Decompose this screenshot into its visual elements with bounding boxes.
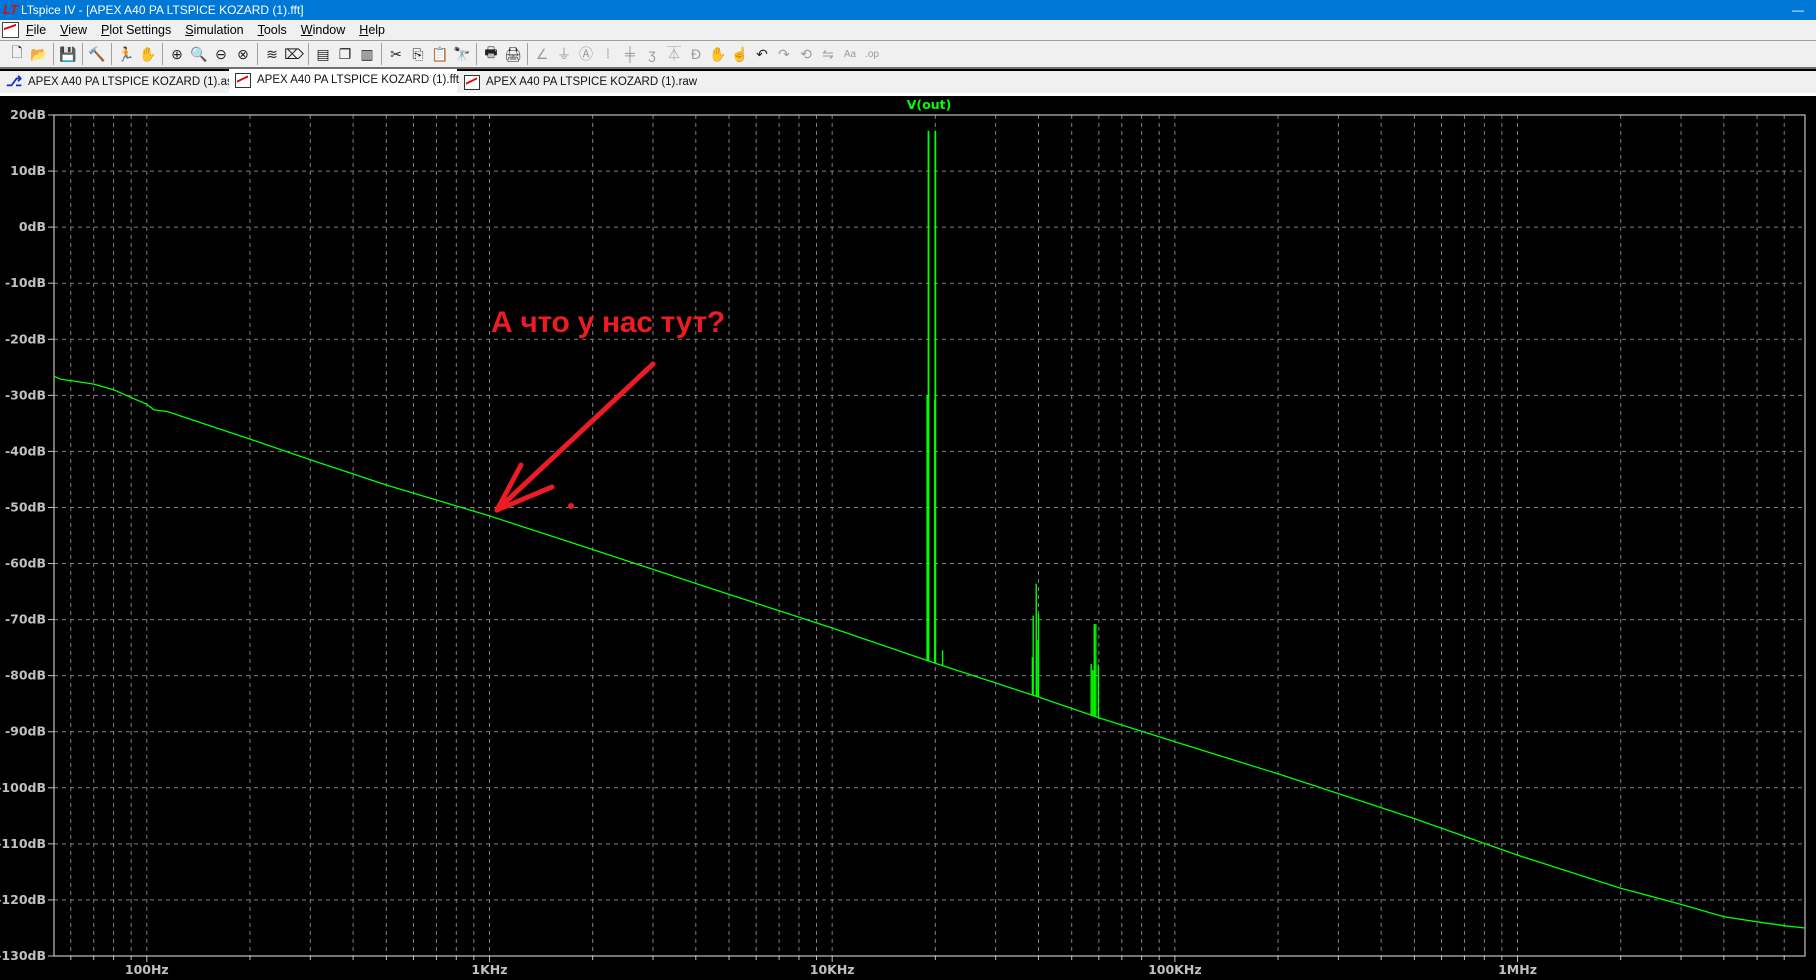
x-tick-label: 100KHz [1148, 962, 1202, 977]
y-tick-label: -100dB [0, 780, 46, 795]
toolbar: 🗋 📂 💾 🔨 🏃 ✋ ⊕ 🔍 ⊖ ⊗ ≋ ⌦ ▤ ❐ ▥ ✂ ⎘ 📋 🔭 🖶 🖨 ∠ ⏚ Ⓐ ⦚ ╪ ʒ ⏄ Ð ✋ ☝ ↶ ↷ ⟲ ⇋ Aa .op [0, 41, 1816, 69]
tab-raw[interactable]: APEX A40 PA LTSPICE KOZARD (1).raw [458, 71, 697, 93]
waveform-window-icon[interactable] [2, 22, 19, 38]
schematic-icon: ⎇ [6, 73, 23, 89]
text-icon[interactable]: Aa [839, 43, 861, 65]
minimize-button[interactable]: — [1788, 0, 1808, 20]
toolbar-separator [308, 43, 309, 65]
y-tick-label: -40dB [5, 443, 46, 458]
drag-icon[interactable]: ☝ [729, 43, 751, 65]
y-tick-label: -90dB [5, 724, 46, 739]
menu-help[interactable]: Help [359, 20, 385, 40]
menu-file[interactable]: File [26, 20, 46, 40]
move-icon[interactable]: ✋ [707, 43, 729, 65]
open-icon[interactable]: 📂 [28, 43, 50, 65]
autorange-icon[interactable]: ≋ [261, 43, 283, 65]
toolbar-separator [381, 43, 382, 65]
fft-plot[interactable]: 20dB 10dB 0dB -10dB -20dB -30dB -40dB -50dB -60d… [0, 96, 1816, 980]
document-tabs: ⎇ APEX A40 PA LTSPICE KOZARD (1).asc APE… [0, 69, 1816, 96]
cut-icon[interactable]: ✂ [385, 43, 407, 65]
y-tick-label: -120dB [0, 892, 46, 907]
y-tick-label: 10dB [10, 163, 46, 178]
tab-label: APEX A40 PA LTSPICE KOZARD (1).raw [486, 76, 698, 88]
menu-plot-settings[interactable]: Plot Settings [101, 20, 171, 40]
resistor-icon[interactable]: ⦚ [597, 43, 619, 65]
x-tick-label: 100Hz [125, 962, 169, 977]
tile-horizontal-icon[interactable]: ▤ [312, 43, 334, 65]
x-tick-label: 1KHz [471, 962, 507, 977]
trace-label-vout[interactable]: V(out) [907, 97, 952, 112]
save-icon[interactable]: 💾 [57, 43, 79, 65]
mirror-icon[interactable]: ⇋ [817, 43, 839, 65]
print-icon[interactable]: 🖨 [502, 43, 524, 65]
ltspice-logo-icon: LT [3, 2, 18, 17]
y-tick-label: -80dB [5, 668, 46, 683]
menu-window[interactable]: Window [301, 20, 345, 40]
title-bar: LT LTspice IV - [APEX A40 PA LTSPICE KOZ… [0, 0, 1816, 20]
run-icon[interactable]: 🏃 [115, 43, 137, 65]
toolbar-separator [257, 43, 258, 65]
toolbar-separator [476, 43, 477, 65]
zoom-out-icon[interactable]: ⊖ [210, 43, 232, 65]
zoom-box-icon[interactable]: 🔍 [188, 43, 210, 65]
tile-vertical-icon[interactable]: ▥ [356, 43, 378, 65]
control-panel-icon[interactable]: 🔨 [86, 43, 108, 65]
toolbar-separator [82, 43, 83, 65]
menu-view[interactable]: View [60, 20, 87, 40]
undo-icon[interactable]: ↶ [751, 43, 773, 65]
y-tick-label: 0dB [19, 219, 46, 234]
x-tick-label: 10KHz [810, 962, 855, 977]
waveform-icon [235, 73, 251, 88]
y-tick-label: -110dB [0, 836, 46, 851]
window-title: LTspice IV - [APEX A40 PA LTSPICE KOZARD… [21, 3, 304, 17]
toolbar-separator [111, 43, 112, 65]
cascade-icon[interactable]: ❐ [334, 43, 356, 65]
zoom-in-icon[interactable]: ⊕ [166, 43, 188, 65]
y-tick-label: -130dB [0, 948, 46, 963]
zoom-fit-icon[interactable]: ⊗ [232, 43, 254, 65]
tab-asc[interactable]: ⎇ APEX A40 PA LTSPICE KOZARD (1).asc [0, 71, 238, 93]
find-icon[interactable]: 🔭 [451, 43, 473, 65]
y-tick-label: -70dB [5, 612, 46, 627]
tab-label: APEX A40 PA LTSPICE KOZARD (1).asc [28, 76, 239, 88]
diode-icon[interactable]: ⏄ [663, 43, 685, 65]
menu-simulation[interactable]: Simulation [185, 20, 243, 40]
tab-fft[interactable]: APEX A40 PA LTSPICE KOZARD (1).fft [229, 69, 459, 94]
toolbar-separator [162, 43, 163, 65]
y-tick-label: -10dB [5, 275, 46, 290]
label-icon[interactable]: Ⓐ [575, 43, 597, 65]
trace-vout-baseline [53, 375, 1806, 929]
wire-icon[interactable]: ∠ [531, 43, 553, 65]
toolbar-separator [53, 43, 54, 65]
waveform-icon [464, 75, 480, 90]
inductor-icon[interactable]: ʒ [641, 43, 663, 65]
y-tick-label: -30dB [5, 387, 46, 402]
menu-bar: File View Plot Settings Simulation Tools Wind… [0, 20, 1816, 41]
toolbar-separator [527, 43, 528, 65]
spice-directive-icon[interactable]: .op [861, 43, 883, 65]
paste-icon[interactable]: 📋 [429, 43, 451, 65]
copy-icon[interactable]: ⎘ [407, 43, 429, 65]
capacitor-icon[interactable]: ╪ [619, 43, 641, 65]
halt-icon[interactable]: ✋ [137, 43, 159, 65]
y-tick-label: -20dB [5, 331, 46, 346]
ground-icon[interactable]: ⏚ [553, 43, 575, 65]
x-tick-label: 1MHz [1498, 962, 1537, 977]
y-tick-label: 20dB [10, 107, 46, 122]
tab-label: APEX A40 PA LTSPICE KOZARD (1).fft [257, 74, 459, 86]
new-schematic-icon[interactable]: 🗋 [6, 43, 28, 65]
y-tick-label: -50dB [5, 499, 46, 514]
plot-frame [53, 114, 1806, 957]
delete-trace-icon[interactable]: ⌦ [283, 43, 305, 65]
print-preview-icon[interactable]: 🖶 [480, 43, 502, 65]
rotate-icon[interactable]: ⟲ [795, 43, 817, 65]
annotation-text: А что у нас тут? [491, 306, 725, 339]
redo-icon[interactable]: ↷ [773, 43, 795, 65]
component-icon[interactable]: Ð [685, 43, 707, 65]
y-tick-label: -60dB [5, 556, 46, 571]
menu-tools[interactable]: Tools [258, 20, 287, 40]
